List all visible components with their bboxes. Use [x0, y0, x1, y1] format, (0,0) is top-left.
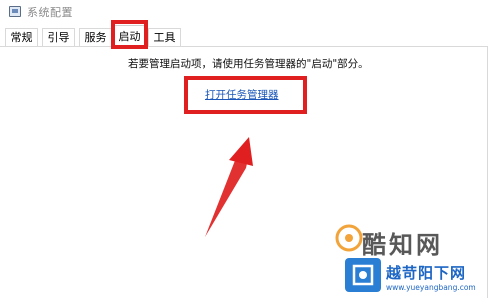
pointer-arrow-head [229, 137, 253, 166]
pointer-arrow-shaft [205, 154, 249, 237]
pointer-arrow [205, 137, 253, 237]
